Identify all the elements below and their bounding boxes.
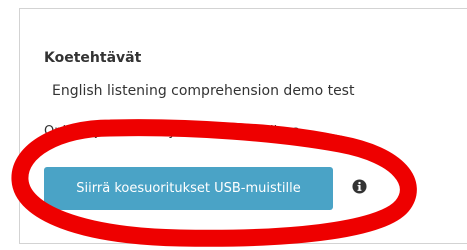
panel-title: Koetehtävät [44, 50, 142, 66]
exam-name: English listening comprehension demo tes… [52, 83, 355, 99]
info-circle-icon[interactable] [352, 179, 367, 194]
exam-instructions: Opiskelijat voivat nyt siirtyä kokeisiin… [44, 124, 305, 139]
copy-to-usb-button[interactable]: Siirrä koesuoritukset USB-muistille [44, 167, 333, 210]
